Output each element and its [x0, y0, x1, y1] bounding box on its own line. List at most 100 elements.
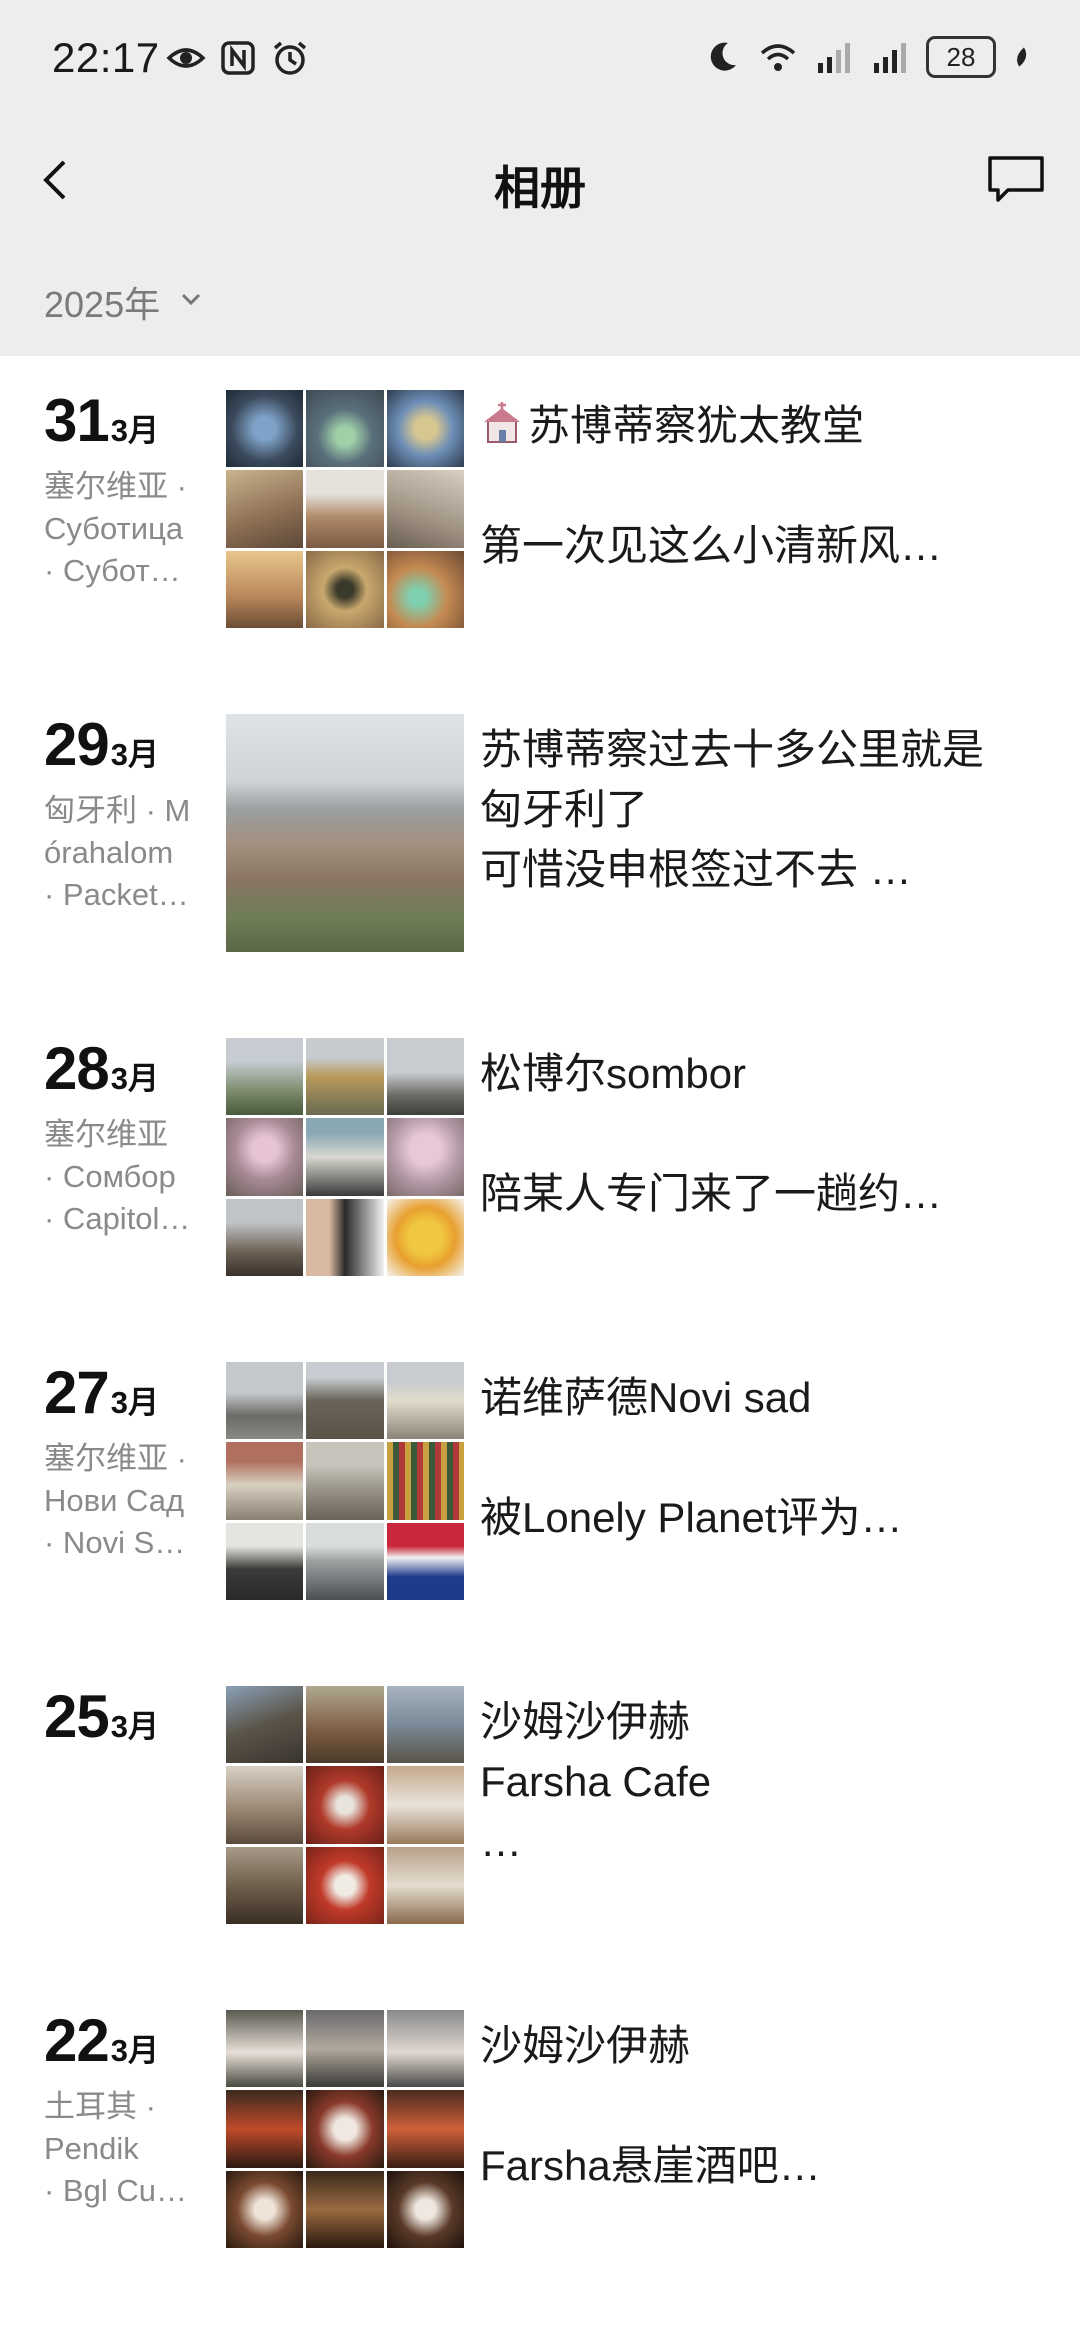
photo-thumbnail[interactable] [226, 1198, 304, 1276]
caption-line: 被Lonely Planet评为… [480, 1494, 903, 1541]
photo-thumbnail[interactable] [226, 1038, 304, 1116]
photo-thumbnail[interactable] [306, 1442, 384, 1520]
photo-thumbnail[interactable] [306, 1522, 384, 1600]
nav-bar: 相册 [0, 124, 1080, 236]
photo-thumbnail[interactable] [306, 2010, 384, 2088]
photo-thumbnail[interactable] [386, 1118, 464, 1196]
location-line: · Bgl Cu… [44, 2173, 187, 2208]
caption-line: 陪某人专门来了一趟约… [480, 1170, 943, 1217]
photo-thumbnail[interactable] [306, 1198, 384, 1276]
church-icon [484, 402, 520, 443]
photo-thumbnail[interactable] [386, 1362, 464, 1440]
photo-thumbnail[interactable] [226, 2010, 304, 2088]
entry-day: 29 [44, 711, 110, 778]
signal-icon-2 [874, 43, 906, 73]
photo-thumbnail[interactable] [226, 1686, 304, 1764]
entry-caption[interactable]: 松博尔sombor 陪某人专门来了一趟约… [480, 1044, 1040, 1224]
battery-indicator: 28 [926, 36, 996, 78]
status-bar: 22:17 28 [0, 0, 1080, 124]
message-icon[interactable] [986, 152, 1046, 208]
photo-thumbnail[interactable] [226, 2170, 304, 2248]
photo-thumbnail[interactable] [386, 550, 464, 628]
photo-thumbnail[interactable] [386, 2170, 464, 2248]
caption-line: 沙姆沙伊赫 [480, 2022, 691, 2069]
chevron-down-icon [181, 293, 201, 306]
photo-thumbnail[interactable] [226, 2090, 304, 2168]
photo-thumbnail[interactable] [386, 1522, 464, 1600]
leaf-icon [1017, 47, 1027, 67]
entry-caption[interactable]: 苏博蒂察过去十多公里就是 匈牙利了 可惜没申根签过不去 … [480, 720, 1040, 900]
photo-grid[interactable] [226, 390, 464, 628]
entry-month: 3月 [110, 1385, 159, 1420]
photo-thumbnail[interactable] [306, 2170, 384, 2248]
photo-thumbnail[interactable] [386, 1686, 464, 1764]
photo-thumbnail[interactable] [226, 1766, 304, 1844]
album-entry[interactable]: 293月 匈牙利 · M órahalom · Packet… 苏博蒂察过去十多… [0, 680, 1080, 952]
caption-line: 松博尔sombor [480, 1050, 747, 1097]
photo-thumbnail[interactable] [386, 1766, 464, 1844]
photo-thumbnail[interactable] [306, 550, 384, 628]
caption-line: 沙姆沙伊赫 [480, 1698, 691, 1745]
entry-month: 3月 [110, 2033, 159, 2068]
caption-line: 匈牙利了 [480, 786, 649, 833]
photo-thumbnail[interactable] [306, 1766, 384, 1844]
photo-thumbnail[interactable] [386, 1442, 464, 1520]
photo-thumbnail[interactable] [386, 390, 464, 468]
photo-thumbnail[interactable] [306, 1038, 384, 1116]
album-entry[interactable]: 313月 塞尔维亚 · Суботица · Субот… 苏博蒂察犹太教堂 第… [0, 356, 1080, 628]
album-entry[interactable]: 273月 塞尔维亚 · Нови Сад · Novi S… 诺维萨德Novi … [0, 1328, 1080, 1600]
nfc-icon [221, 41, 255, 75]
photo-thumbnail[interactable] [226, 1118, 304, 1196]
location-line: 塞尔维亚 · [44, 469, 187, 504]
entry-day: 28 [44, 1035, 110, 1102]
photo-thumbnail[interactable] [226, 470, 304, 548]
location-line: 塞尔维亚 [44, 1117, 168, 1152]
alarm-icon [273, 41, 307, 75]
entry-location: 塞尔维亚 · Суботица · Субот… [44, 466, 204, 592]
photo-thumbnail[interactable] [386, 1198, 464, 1276]
photo-thumbnail[interactable] [306, 1362, 384, 1440]
entry-day: 27 [44, 1359, 110, 1426]
photo-thumbnail[interactable] [226, 714, 464, 952]
signal-icon [818, 43, 850, 73]
photo-thumbnail[interactable] [306, 470, 384, 548]
photo-thumbnail[interactable] [226, 1442, 304, 1520]
entry-date: 223月 [44, 2006, 159, 2075]
location-line: Pendik [44, 2131, 139, 2166]
photo-thumbnail[interactable] [226, 1362, 304, 1440]
photo-thumbnail[interactable] [306, 1118, 384, 1196]
caption-line [480, 2076, 1040, 2136]
photo-thumbnail[interactable] [306, 390, 384, 468]
location-line: 塞尔维亚 · [44, 1441, 187, 1476]
photo-thumbnail[interactable] [386, 1038, 464, 1116]
photo-grid[interactable] [226, 1038, 464, 1276]
photo-thumbnail[interactable] [306, 1686, 384, 1764]
photo-thumbnail[interactable] [226, 1522, 304, 1600]
entry-caption[interactable]: 沙姆沙伊赫 Farsha Cafe … [480, 1692, 1040, 1872]
entry-month: 3月 [110, 1709, 159, 1744]
entry-caption[interactable]: 苏博蒂察犹太教堂 第一次见这么小清新风… [480, 396, 1040, 576]
album-entry[interactable]: 283月 塞尔维亚 · Сомбор · Capitol… 松博尔sombor … [0, 1004, 1080, 1276]
photo-thumbnail[interactable] [386, 470, 464, 548]
album-entry[interactable]: 223月 土耳其 · Pendik · Bgl Cu… 沙姆沙伊赫 Farsha… [0, 1976, 1080, 2248]
photo-thumbnail[interactable] [226, 550, 304, 628]
photo-thumbnail[interactable] [226, 1846, 304, 1924]
photo-thumbnail[interactable] [386, 2090, 464, 2168]
entry-caption[interactable]: 沙姆沙伊赫 Farsha悬崖酒吧… [480, 2016, 1040, 2196]
album-entry[interactable]: 253月 沙姆沙伊赫 Farsha Cafe … [0, 1652, 1080, 1924]
photo-thumbnail[interactable] [386, 1846, 464, 1924]
year-filter[interactable]: 2025年 [0, 236, 1080, 356]
photo-grid[interactable] [226, 1362, 464, 1600]
caption-line: Farsha悬崖酒吧… [480, 2142, 821, 2189]
photo-thumbnail[interactable] [386, 2010, 464, 2088]
photo-grid[interactable] [226, 1686, 464, 1924]
photo-thumbnail[interactable] [306, 2090, 384, 2168]
photo-thumbnail[interactable] [306, 1846, 384, 1924]
caption-line [480, 1104, 1040, 1164]
entry-date: 283月 [44, 1034, 159, 1103]
location-line: · Packet… [44, 877, 189, 912]
photo-grid[interactable] [226, 2010, 464, 2248]
entry-day: 25 [44, 1683, 110, 1750]
entry-caption[interactable]: 诺维萨德Novi sad 被Lonely Planet评为… [480, 1368, 1040, 1548]
photo-thumbnail[interactable] [226, 390, 304, 468]
